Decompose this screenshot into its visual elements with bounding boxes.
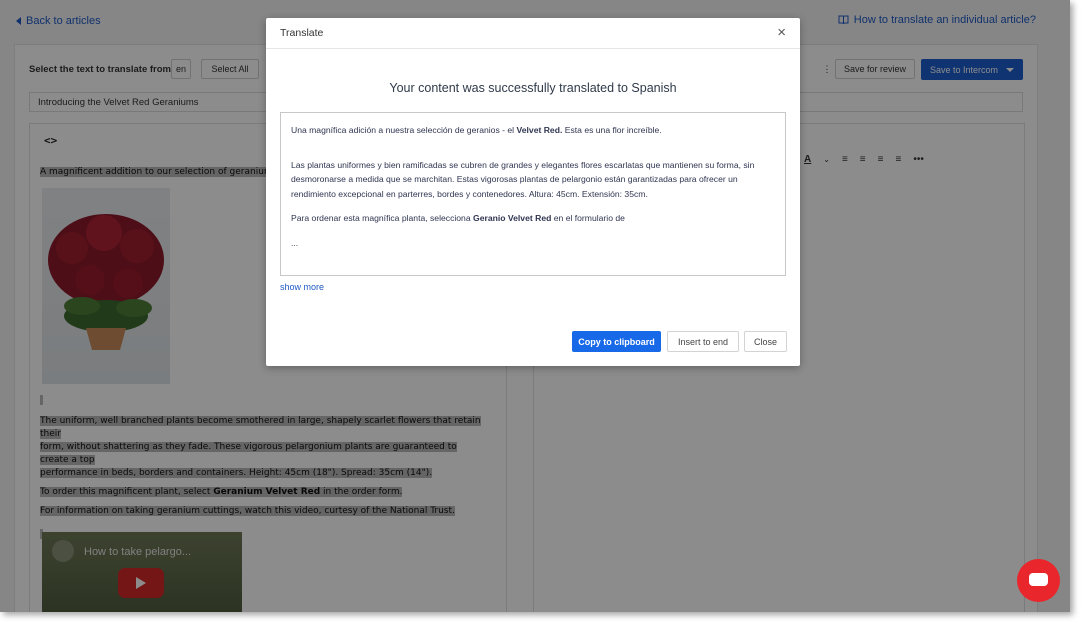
- translated-p1: Una magnífica adición a nuestra selecció…: [291, 125, 662, 135]
- copy-to-clipboard-button[interactable]: Copy to clipboard: [572, 331, 661, 352]
- translated-content: Una magnífica adición a nuestra selecció…: [280, 112, 786, 276]
- insert-to-end-button[interactable]: Insert to end: [667, 331, 739, 352]
- translated-p2: Las plantas uniformes y bien ramificadas…: [291, 159, 755, 199]
- close-button[interactable]: Close: [744, 331, 787, 352]
- show-more-link[interactable]: show more: [280, 282, 324, 292]
- dialog-title: Translate: [280, 27, 324, 39]
- app-window: Back to articles How to translate an ind…: [0, 0, 1070, 612]
- close-icon[interactable]: ×: [777, 25, 786, 40]
- translate-dialog: Translate × Your content was successfull…: [266, 18, 800, 366]
- chat-launcher-button[interactable]: [1017, 559, 1060, 602]
- dialog-header: Translate ×: [266, 18, 800, 49]
- success-heading: Your content was successfully translated…: [389, 81, 677, 95]
- translated-ellipsis: ...: [291, 237, 299, 248]
- chat-icon: [1029, 573, 1048, 586]
- translated-p3: Para ordenar esta magnífica planta, sele…: [291, 213, 625, 223]
